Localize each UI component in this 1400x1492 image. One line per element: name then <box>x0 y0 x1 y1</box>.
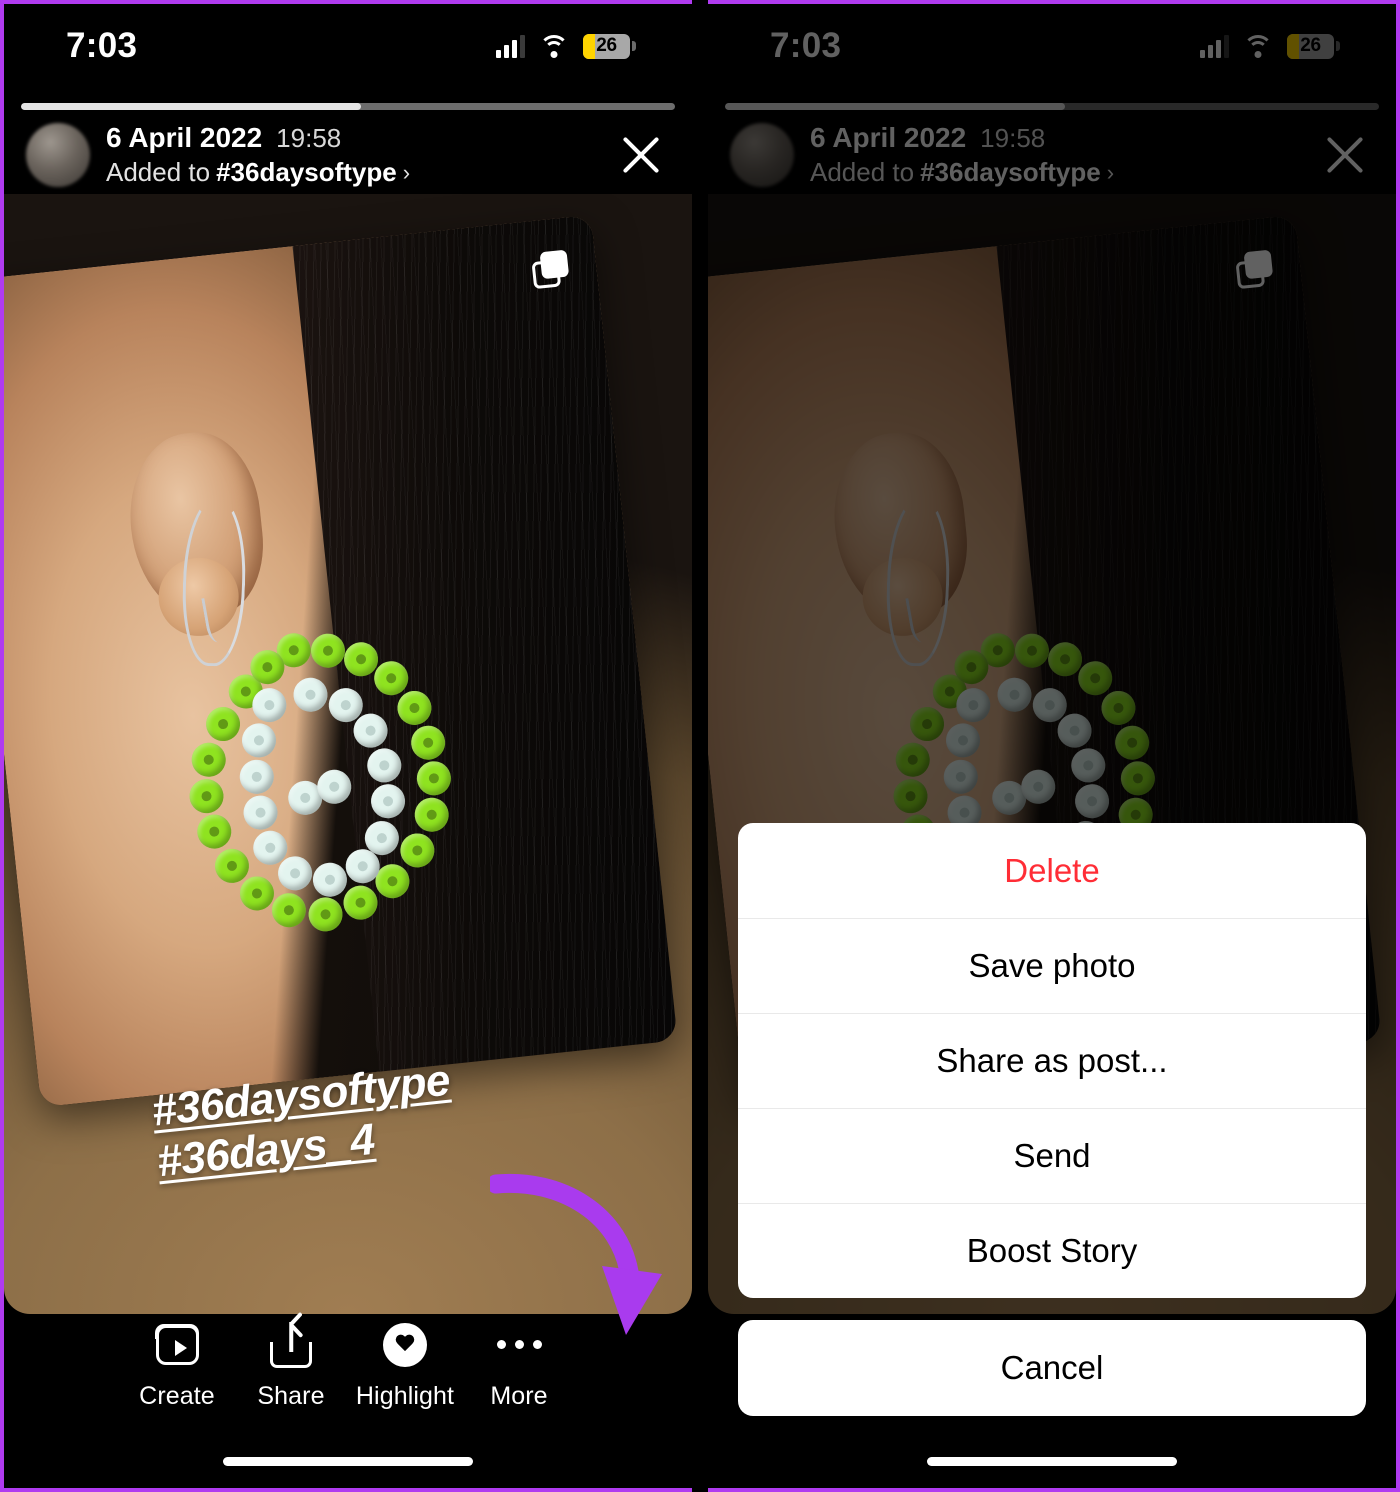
story-toolbar: Create Share Highlight More <box>4 1306 692 1426</box>
action-sheet-item-delete[interactable]: Delete <box>738 823 1366 918</box>
story-photo <box>4 214 678 1108</box>
layers-icon <box>531 249 571 290</box>
share-upload-icon <box>270 1321 312 1368</box>
story-date: 6 April 2022 <box>106 122 263 153</box>
close-icon[interactable] <box>614 128 668 182</box>
action-sheet-item-label: Delete <box>1004 851 1100 889</box>
three-dots-icon <box>496 1340 542 1349</box>
heart-circle-icon <box>383 1322 427 1367</box>
avatar[interactable] <box>26 123 90 187</box>
battery-icon: 26 <box>583 33 636 59</box>
status-bar: 7:03 26 <box>4 4 692 88</box>
cellular-signal-icon <box>496 34 525 58</box>
story-canvas[interactable]: #36daysoftype #36days_4 <box>4 194 692 1314</box>
toolbar-button-highlight[interactable]: Highlight <box>348 1322 462 1411</box>
action-sheet-item-label: Share as post... <box>936 1042 1168 1079</box>
action-sheet-item-save-photo[interactable]: Save photo <box>738 918 1366 1013</box>
added-to-label: Added to <box>106 157 211 187</box>
action-sheet-item-label: Save photo <box>968 947 1136 984</box>
action-sheet-item-label: Boost Story <box>966 1232 1138 1269</box>
toolbar-label: Create <box>139 1381 215 1410</box>
story-progress-bar[interactable] <box>21 103 675 110</box>
cancel-button-label: Cancel <box>1000 1349 1104 1386</box>
toolbar-button-create[interactable]: Create <box>120 1322 234 1411</box>
story-header: 6 April 2022 19:58 Added to #36daysoftyp… <box>4 117 692 193</box>
action-sheet-item-send[interactable]: Send <box>738 1108 1366 1203</box>
reels-icon <box>155 1324 199 1365</box>
wifi-icon <box>539 34 569 58</box>
story-added-to-row[interactable]: Added to #36daysoftype › <box>106 157 604 188</box>
chevron-right-icon: › <box>402 159 411 185</box>
phone-screenshot-left: 7:03 26 6 April 2022 19:58 Added to #36d… <box>0 0 692 1492</box>
beaded-earring <box>172 615 503 955</box>
toolbar-button-more[interactable]: More <box>462 1322 576 1411</box>
battery-percent-label: 26 <box>596 35 617 56</box>
action-sheet: Delete Save photo Share as post... Send … <box>738 823 1366 1488</box>
action-sheet-item-share-as-post[interactable]: Share as post... <box>738 1013 1366 1108</box>
action-sheet-item-boost-story[interactable]: Boost Story <box>738 1203 1366 1298</box>
home-indicator <box>223 1457 473 1466</box>
toolbar-label: Share <box>257 1381 325 1410</box>
action-sheet-item-label: Send <box>1013 1137 1091 1174</box>
cancel-button[interactable]: Cancel <box>738 1320 1366 1416</box>
toolbar-label: More <box>490 1381 548 1410</box>
toolbar-label: Highlight <box>355 1381 455 1410</box>
added-to-hashtag: #36daysoftype <box>216 157 397 187</box>
home-indicator <box>927 1457 1177 1466</box>
story-time: 19:58 <box>276 123 342 153</box>
toolbar-button-share[interactable]: Share <box>234 1321 348 1411</box>
phone-screenshot-right: 7:03 26 6 April 2022 <box>708 0 1400 1492</box>
status-bar-clock: 7:03 <box>66 26 138 65</box>
